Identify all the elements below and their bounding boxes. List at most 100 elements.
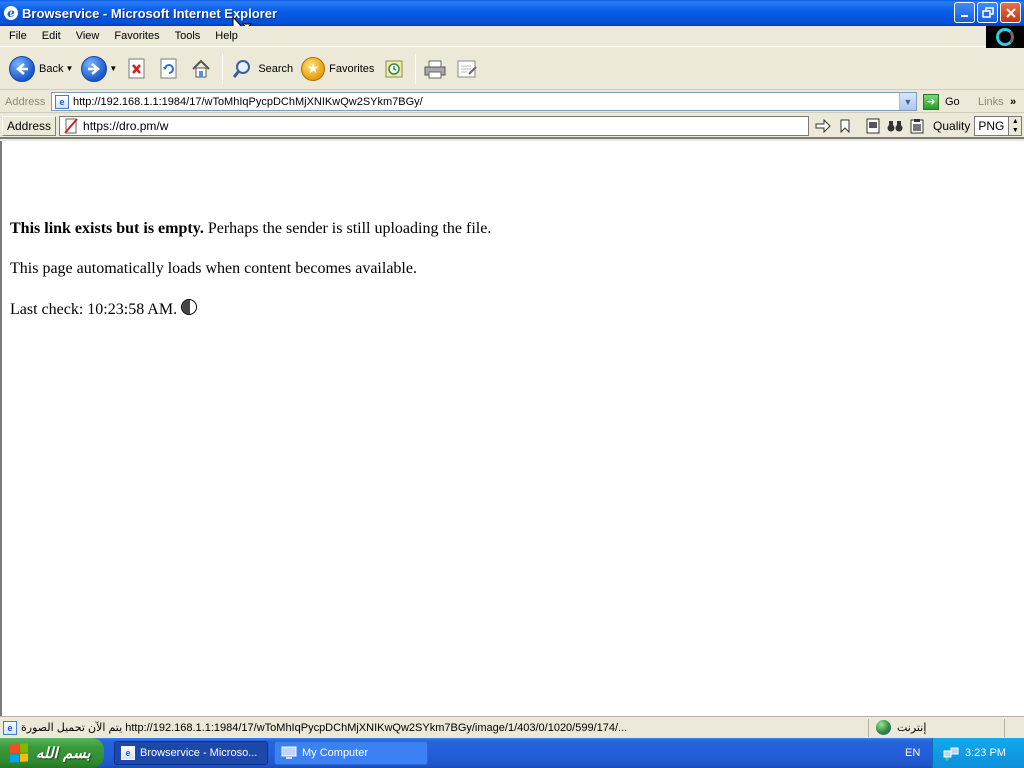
loading-ring-icon <box>996 28 1014 46</box>
links-label[interactable]: Links <box>978 96 1004 108</box>
menu-tools[interactable]: Tools <box>169 30 207 42</box>
links-chevron-icon[interactable]: » <box>1010 96 1016 108</box>
autoload-message: This page automatically loads when conte… <box>10 260 417 277</box>
page-button[interactable] <box>863 116 883 136</box>
status-divider <box>868 719 869 737</box>
menu-edit[interactable]: Edit <box>36 30 67 42</box>
history-button[interactable] <box>379 52 409 86</box>
menu-favorites[interactable]: Favorites <box>108 30 165 42</box>
proxy-address-label: Address <box>2 115 57 136</box>
print-button[interactable] <box>420 52 450 86</box>
windows-throbber <box>986 26 1024 48</box>
menu-help[interactable]: Help <box>209 30 244 42</box>
forward-button[interactable]: ▼ <box>78 52 120 86</box>
toolbar-separator <box>415 53 417 84</box>
windows-logo-icon <box>10 743 28 763</box>
address-dropdown-icon[interactable]: ▼ <box>899 93 916 110</box>
close-icon <box>1005 7 1016 18</box>
address-input[interactable]: e http://192.168.1.1:1984/17/wToMhIqPycp… <box>51 92 917 111</box>
home-button[interactable] <box>186 52 216 86</box>
favorites-button[interactable]: ★ Favorites <box>298 52 377 86</box>
language-indicator[interactable]: EN <box>905 747 920 759</box>
forward-dropdown-icon[interactable]: ▼ <box>109 64 117 73</box>
proxy-go-button[interactable] <box>813 116 833 136</box>
network-icon[interactable] <box>943 745 959 761</box>
menu-view[interactable]: View <box>70 30 106 42</box>
restore-icon <box>981 6 994 18</box>
zone-label: إنترنت <box>897 722 927 734</box>
address-bar: Address e http://192.168.1.1:1984/17/wTo… <box>0 91 1024 113</box>
favorites-star-icon: ★ <box>301 56 326 81</box>
proxy-address-input[interactable]: https://dro.pm/w <box>59 115 810 136</box>
security-zone: إنترنت <box>876 720 926 735</box>
forward-arrow-icon <box>81 55 108 82</box>
bookmark-button[interactable] <box>835 116 855 136</box>
internet-explorer-icon: e <box>4 6 18 20</box>
bookmark-icon <box>840 119 850 133</box>
last-check-text: Last check: 10:23:58 AM. <box>10 301 178 318</box>
stop-icon <box>125 57 149 81</box>
back-label: Back <box>39 62 64 75</box>
menu-bar: File Edit View Favorites Tools Help <box>0 26 1024 47</box>
window-controls <box>954 2 1021 23</box>
clipboard-icon <box>910 118 924 133</box>
taskbar: بسم الله e Browservice - Microso... My C… <box>0 738 1024 768</box>
my-computer-icon <box>281 746 297 759</box>
back-arrow-icon <box>9 55 35 82</box>
status-bar: e يتم الآن تحميل الصورة http://192.168.1… <box>0 716 1024 738</box>
find-button[interactable] <box>885 116 905 136</box>
internet-explorer-icon: e <box>121 746 135 760</box>
loading-spinner-icon <box>181 299 198 315</box>
search-button[interactable]: Search <box>227 52 296 86</box>
refresh-button[interactable] <box>154 52 184 86</box>
menu-file[interactable]: File <box>3 30 33 42</box>
proxy-toolbar: Address https://dro.pm/w Quality PNG ▲ ▼ <box>0 114 1024 139</box>
quality-spinner-icon[interactable]: ▲ ▼ <box>1008 116 1022 135</box>
history-icon <box>382 57 406 81</box>
address-url[interactable]: http://192.168.1.1:1984/17/wToMhIqPycpDC… <box>73 96 423 108</box>
address-label: Address <box>5 95 46 108</box>
taskbar-item-my-computer[interactable]: My Computer <box>274 741 428 765</box>
printer-icon <box>423 57 447 81</box>
taskbar-item-label: My Computer <box>302 747 369 759</box>
restore-button[interactable] <box>977 2 998 23</box>
page-content: This link exists but is empty. Perhaps t… <box>0 141 1024 716</box>
page-icon <box>866 118 880 133</box>
clipboard-button[interactable] <box>907 116 927 136</box>
quality-label: Quality <box>933 118 971 133</box>
quality-select[interactable]: PNG ▲ ▼ <box>974 115 1023 136</box>
start-label: بسم الله <box>36 744 91 762</box>
ie-page-icon: e <box>55 94 69 109</box>
proxy-url[interactable]: https://dro.pm/w <box>83 119 168 133</box>
minimize-button[interactable] <box>954 2 975 23</box>
empty-link-detail: Perhaps the sender is still uploading th… <box>203 220 492 237</box>
minimize-icon <box>960 14 968 17</box>
go-label: Go <box>945 95 960 108</box>
taskbar-item-label: Browservice - Microso... <box>140 747 258 759</box>
favorites-label: Favorites <box>329 62 375 75</box>
search-icon <box>230 57 254 81</box>
edit-button[interactable] <box>452 52 482 86</box>
start-button[interactable]: بسم الله <box>0 738 104 768</box>
home-icon <box>189 57 213 81</box>
system-tray: 3:23 PM <box>932 738 1024 768</box>
go-arrow-outline-icon <box>815 118 831 133</box>
go-arrow-icon: ➔ <box>923 93 939 110</box>
back-dropdown-icon[interactable]: ▼ <box>65 64 73 73</box>
title-bar: e Browservice - Microsoft Internet Explo… <box>0 0 1024 26</box>
close-button[interactable] <box>1000 2 1021 23</box>
stop-button[interactable] <box>122 52 152 86</box>
internet-globe-icon <box>876 720 891 735</box>
status-text: يتم الآن تحميل الصورة http://192.168.1.1… <box>21 722 628 734</box>
back-button[interactable]: Back ▼ <box>6 52 76 86</box>
taskbar-item-browservice[interactable]: e Browservice - Microso... <box>114 741 268 765</box>
clock[interactable]: 3:23 PM <box>965 747 1006 759</box>
status-page-icon: e <box>3 720 17 735</box>
empty-link-heading: This link exists but is empty. <box>10 220 204 237</box>
go-button[interactable]: ➔ Go <box>923 93 960 110</box>
binoculars-icon <box>887 120 903 131</box>
empty-link-message: This link exists but is empty. Perhaps t… <box>10 219 1024 238</box>
edit-page-icon <box>455 57 479 81</box>
status-divider <box>1004 719 1005 737</box>
toolbar-separator <box>222 53 224 84</box>
